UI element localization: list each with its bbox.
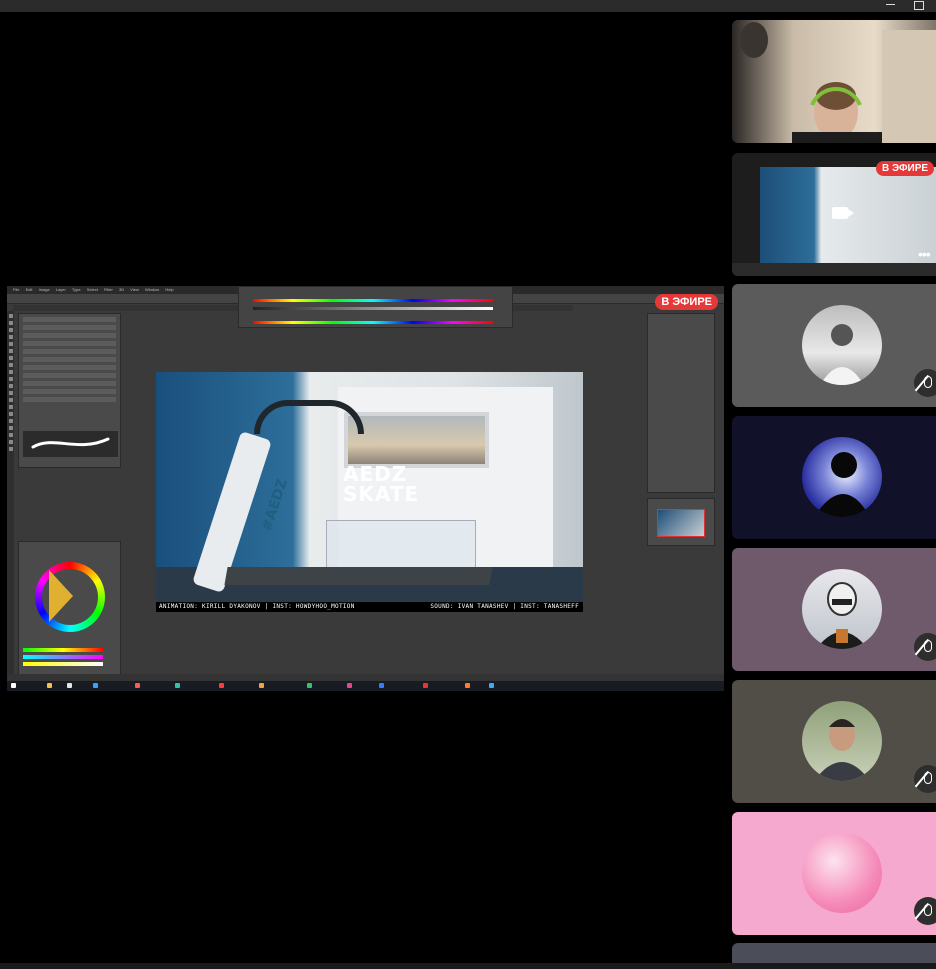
taskbar-app-icon xyxy=(259,683,264,688)
taskbar-app-icon xyxy=(347,683,352,688)
avatar xyxy=(802,437,882,517)
photoshop-toolbar xyxy=(7,311,14,681)
brand-line2: SKATE xyxy=(343,482,420,506)
participant-tile-video[interactable] xyxy=(732,20,936,143)
taskbar-app-icon xyxy=(93,683,98,688)
treadmill-text: #AEDZ xyxy=(259,476,291,534)
navigator-panel xyxy=(647,498,715,546)
participant-tile-avatar[interactable] xyxy=(732,680,936,803)
treadmill-base xyxy=(224,567,493,585)
menu-3d: 3D xyxy=(118,287,125,292)
main-screen-share[interactable]: File Edit Image Layer Type Select Filter… xyxy=(7,286,724,691)
windows-taskbar xyxy=(7,681,724,691)
credits-bar: ANIMATION: KIRILL DYAKONOV | INST: HOWDY… xyxy=(156,602,583,612)
mic-muted-icon xyxy=(914,369,936,397)
camera-icon[interactable] xyxy=(832,207,854,219)
gradient-panel xyxy=(238,286,513,328)
menu-image: Image xyxy=(38,287,50,292)
credit-left: ANIMATION: KIRILL DYAKONOV | INST: HOWDY… xyxy=(159,603,355,610)
brand-logo: AEDZ SKATE xyxy=(343,464,419,504)
menu-view: View xyxy=(130,287,139,292)
mic-muted-icon xyxy=(914,897,936,925)
treadmill-handle xyxy=(254,400,364,434)
color-wheel-panel xyxy=(18,541,121,681)
title-bar xyxy=(0,0,936,12)
menu-layer: Layer xyxy=(55,287,66,292)
participant-tile-avatar[interactable] xyxy=(732,812,936,935)
menu-window: Window xyxy=(144,287,160,292)
participant-tile-avatar[interactable] xyxy=(732,548,936,671)
participant-tile-avatar[interactable] xyxy=(732,416,936,539)
color-slider xyxy=(23,662,103,666)
taskbar-app-icon xyxy=(307,683,312,688)
more-icon[interactable]: ••• xyxy=(918,247,931,261)
credit-right: SOUND: IVAN TANASHEV | INST: TANASHEFF xyxy=(430,603,579,610)
bottom-strip xyxy=(0,963,936,969)
navigator-thumbnail xyxy=(657,509,705,537)
color-slider xyxy=(23,648,103,652)
mic-muted-icon xyxy=(914,765,936,793)
participant-tile-avatar[interactable] xyxy=(732,284,936,407)
brand-line1: AEDZ xyxy=(343,462,408,486)
menu-edit: Edit xyxy=(25,287,33,292)
skate-showcase xyxy=(326,520,476,572)
avatar xyxy=(802,701,882,781)
taskbar-app-icon xyxy=(465,683,470,688)
avatar xyxy=(802,569,882,649)
layers-panel xyxy=(647,313,715,493)
taskbar-app-icon xyxy=(423,683,428,688)
taskbar-app-icon xyxy=(379,683,384,688)
menu-file: File xyxy=(13,287,20,292)
taskbar-app-icon xyxy=(175,683,180,688)
maximize-icon[interactable] xyxy=(910,0,930,12)
taskbar-app-icon xyxy=(67,683,72,688)
avatar xyxy=(802,305,882,385)
menu-select: Select xyxy=(86,287,98,292)
artwork-canvas: #AEDZ AEDZ SKATE ANIMATION: KIRILL DYAKO… xyxy=(156,372,583,612)
avatar xyxy=(802,833,882,913)
mic-muted-icon xyxy=(914,633,936,661)
menu-filter: Filter xyxy=(103,287,113,292)
taskbar-app-icon xyxy=(47,683,52,688)
brush-settings-panel xyxy=(18,313,121,468)
participant-tile-screen[interactable]: В ЭФИРЕ ••• xyxy=(732,153,936,276)
taskbar-app-icon xyxy=(135,683,140,688)
live-badge: В ЭФИРЕ xyxy=(655,294,718,310)
minimize-icon[interactable] xyxy=(880,0,900,12)
color-triangle xyxy=(49,570,73,622)
taskbar-app-icon xyxy=(489,683,494,688)
color-slider xyxy=(23,655,103,659)
menu-type: Type xyxy=(71,287,81,292)
webcam-video xyxy=(740,22,936,143)
taskbar-app-icon xyxy=(219,683,224,688)
live-badge: В ЭФИРЕ xyxy=(876,161,935,176)
brush-stroke-preview xyxy=(23,431,118,457)
menu-help: Help xyxy=(165,287,174,292)
start-icon xyxy=(11,683,16,688)
